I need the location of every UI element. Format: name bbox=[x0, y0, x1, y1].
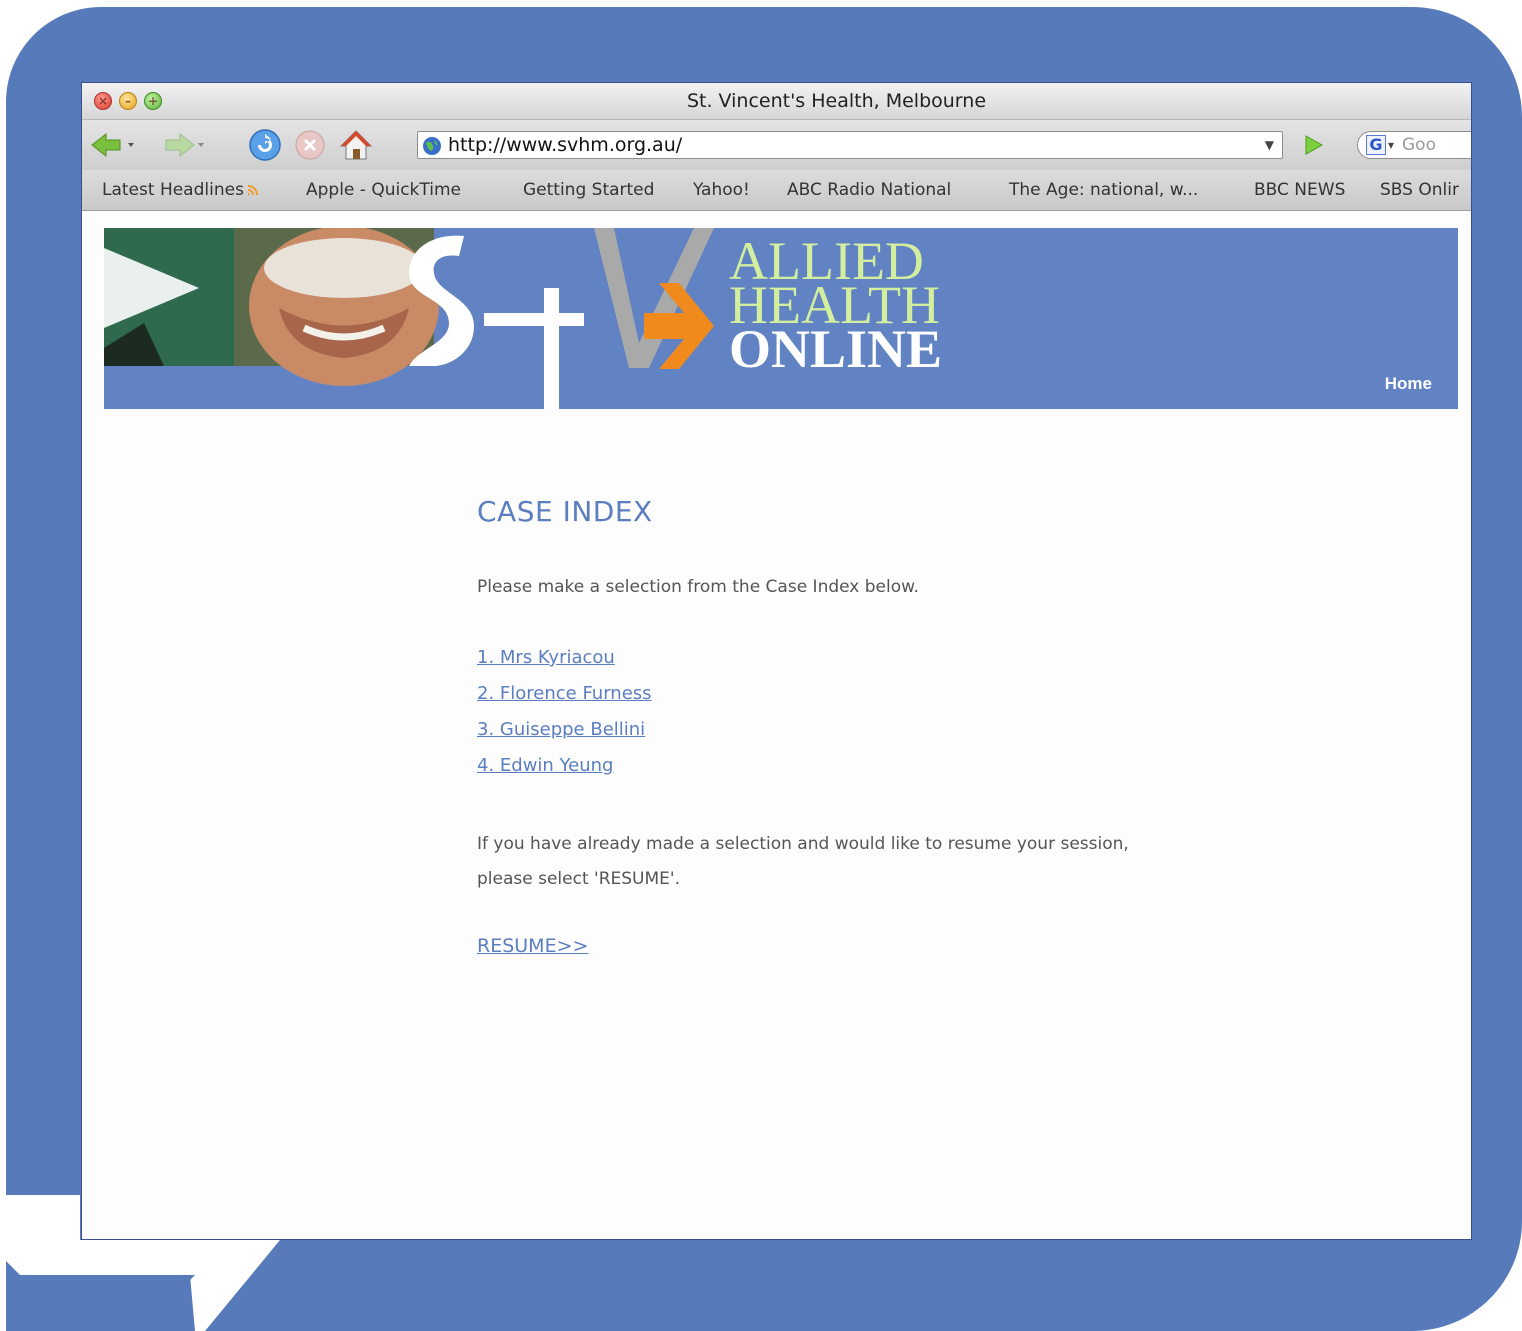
list-item: 1. Mrs Kyriacou bbox=[477, 647, 652, 683]
site-header-banner: ALLIED HEALTH ONLINE Home bbox=[104, 228, 1458, 409]
rss-icon bbox=[247, 183, 259, 195]
stop-icon bbox=[295, 130, 325, 160]
resume-instructions: If you have already made a selection and… bbox=[477, 827, 1277, 897]
page-title: CASE INDEX bbox=[477, 495, 653, 528]
window-title: St. Vincent's Health, Melbourne bbox=[686, 90, 987, 112]
reload-icon bbox=[249, 129, 281, 161]
list-item: 4. Edwin Yeung bbox=[477, 755, 652, 791]
go-icon bbox=[1305, 135, 1324, 155]
go-button[interactable] bbox=[1300, 133, 1326, 161]
bookmark-bbc-news[interactable]: BBC NEWS bbox=[1254, 170, 1345, 210]
case-link-mrs-kyriacou[interactable]: 1. Mrs Kyriacou bbox=[477, 647, 615, 668]
search-placeholder: Goo bbox=[1402, 135, 1436, 155]
brand-online: ONLINE bbox=[729, 319, 943, 379]
forward-icon bbox=[165, 132, 204, 158]
bookmark-abc-radio-national[interactable]: ABC Radio National bbox=[787, 170, 951, 210]
search-box[interactable]: G ▾ Goo bbox=[1357, 131, 1471, 159]
intro-text: Please make a selection from the Case In… bbox=[477, 577, 919, 597]
resume-instructions-line-2: please select 'RESUME'. bbox=[477, 869, 680, 889]
google-search-icon[interactable]: G bbox=[1366, 135, 1386, 155]
browser-window: × – + St. Vincent's Health, Melbourne ht… bbox=[81, 82, 1472, 1240]
url-text: http://www.svhm.org.au/ bbox=[448, 134, 683, 156]
case-list: 1. Mrs Kyriacou 2. Florence Furness 3. G… bbox=[477, 647, 652, 791]
forward-button[interactable] bbox=[160, 128, 208, 162]
url-dropdown-icon[interactable]: ▼ bbox=[1265, 132, 1274, 158]
list-item: 3. Guiseppe Bellini bbox=[477, 719, 652, 755]
home-icon bbox=[339, 130, 373, 160]
back-button[interactable] bbox=[90, 128, 138, 162]
case-link-edwin-yeung[interactable]: 4. Edwin Yeung bbox=[477, 755, 613, 776]
case-link-guiseppe-bellini[interactable]: 3. Guiseppe Bellini bbox=[477, 719, 645, 740]
case-link-florence-furness[interactable]: 2. Florence Furness bbox=[477, 683, 652, 704]
reload-button[interactable] bbox=[248, 128, 282, 162]
search-engine-dropdown-icon[interactable]: ▾ bbox=[1388, 132, 1394, 158]
resume-link[interactable]: RESUME>> bbox=[477, 935, 588, 957]
bookmark-the-age[interactable]: The Age: national, w... bbox=[1009, 170, 1198, 210]
bookmarks-bar: Latest Headlines Apple - QuickTime Getti… bbox=[82, 170, 1471, 211]
bookmark-apple-quicktime[interactable]: Apple - QuickTime bbox=[306, 170, 461, 210]
address-bar[interactable]: http://www.svhm.org.au/ ▼ bbox=[417, 131, 1283, 159]
stop-button[interactable] bbox=[294, 128, 326, 162]
title-bar: × – + St. Vincent's Health, Melbourne bbox=[82, 83, 1471, 120]
bookmark-latest-headlines[interactable]: Latest Headlines bbox=[102, 170, 259, 210]
list-item: 2. Florence Furness bbox=[477, 683, 652, 719]
bookmark-sbs-online[interactable]: SBS Onlir bbox=[1380, 170, 1459, 210]
resume-instructions-line-1: If you have already made a selection and… bbox=[477, 834, 1129, 854]
back-icon bbox=[91, 132, 134, 158]
bookmark-getting-started[interactable]: Getting Started bbox=[523, 170, 654, 210]
home-button[interactable] bbox=[338, 128, 374, 162]
navigation-toolbar: http://www.svhm.org.au/ ▼ G ▾ Goo bbox=[82, 120, 1471, 170]
bookmark-yahoo[interactable]: Yahoo! bbox=[693, 170, 750, 210]
globe-icon bbox=[423, 137, 441, 155]
home-link[interactable]: Home bbox=[1385, 374, 1432, 394]
